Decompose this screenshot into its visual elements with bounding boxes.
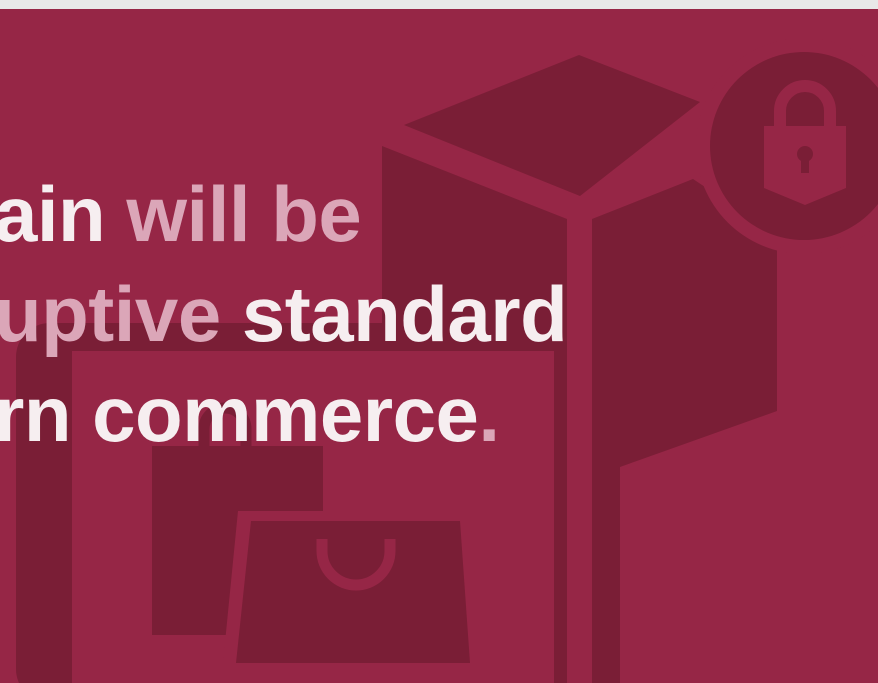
screenshot-frame: ain will be uptive standard rn commerce. xyxy=(0,0,878,683)
headline-line-1: ain will be xyxy=(0,164,567,264)
top-strip xyxy=(0,0,878,9)
headline-line-2-part-a: uptive xyxy=(0,270,242,358)
headline: ain will be uptive standard rn commerce. xyxy=(0,164,568,464)
headline-line-3-part-a: rn commerce xyxy=(0,370,479,458)
headline-line-2: uptive standard xyxy=(0,264,568,364)
headline-line-1-part-b: will be xyxy=(126,170,362,258)
hero-banner: ain will be uptive standard rn commerce. xyxy=(0,9,878,683)
headline-line-3: rn commerce. xyxy=(0,364,567,464)
headline-line-1-part-a: ain xyxy=(0,170,127,258)
headline-line-2-part-b: standard xyxy=(241,270,568,358)
headline-line-3-part-b: . xyxy=(478,370,500,458)
